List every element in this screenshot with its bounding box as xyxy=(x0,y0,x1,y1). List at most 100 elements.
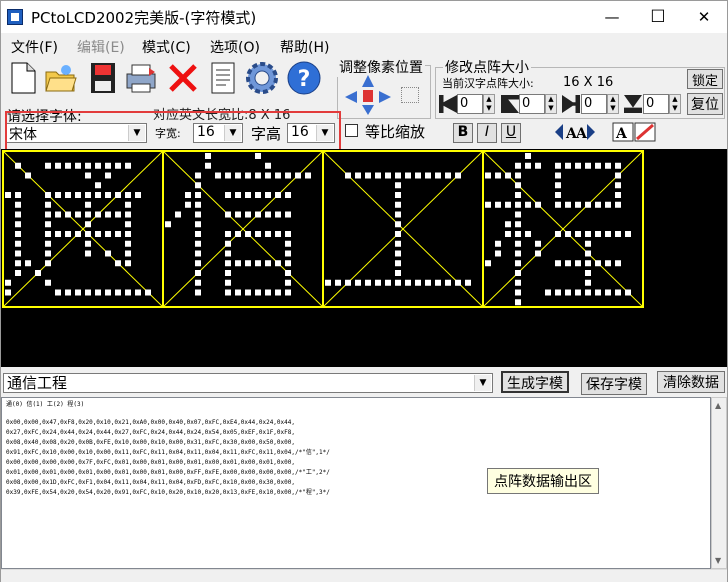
spinner-right-arrows[interactable]: ▲ ▼ xyxy=(607,94,619,114)
preview-pixel xyxy=(535,201,541,208)
underline-button[interactable]: U xyxy=(501,123,521,143)
spinner-left-arrows[interactable]: ▲ ▼ xyxy=(483,94,495,114)
preview-pixel xyxy=(535,250,541,257)
help-icon[interactable]: ? xyxy=(286,59,322,97)
generate-button[interactable]: 生成字模 xyxy=(501,371,569,393)
minimize-button[interactable]: — xyxy=(589,1,635,33)
lock-button[interactable]: 锁定 xyxy=(687,69,723,89)
preview-pixel xyxy=(605,162,611,169)
preview-pixel xyxy=(105,172,111,179)
preview-pixel xyxy=(605,260,611,267)
preview-pixel xyxy=(45,201,51,208)
preview-pixel xyxy=(285,192,291,198)
maximize-button[interactable]: ☐ xyxy=(635,1,681,33)
preview-pixel xyxy=(45,221,51,228)
open-folder-icon[interactable] xyxy=(43,59,79,97)
preview-pixel xyxy=(125,192,131,198)
dot-matrix-preview[interactable] xyxy=(1,149,727,367)
preview-pixel xyxy=(105,211,111,218)
clear-button[interactable]: 清除数据 xyxy=(657,371,725,393)
bold-button[interactable]: B xyxy=(453,123,473,143)
preview-pixel xyxy=(305,172,311,179)
preview-pixel xyxy=(275,192,281,198)
preview-pixel xyxy=(15,192,21,198)
preview-pixel xyxy=(235,192,241,198)
preview-pixel xyxy=(125,260,131,267)
preview-pixel xyxy=(125,231,131,237)
close-button[interactable]: ✕ xyxy=(681,1,727,33)
preview-pixel xyxy=(515,289,521,296)
spinner-down[interactable]: 0 xyxy=(643,94,669,114)
notes-icon[interactable] xyxy=(205,59,241,97)
preview-pixel xyxy=(225,240,231,247)
new-file-icon[interactable] xyxy=(5,59,41,97)
save-disk-icon[interactable] xyxy=(85,59,121,97)
preview-pixel xyxy=(615,162,621,169)
vertical-scrollbar[interactable]: ▲ ▼ xyxy=(711,397,727,569)
preview-pixel xyxy=(85,201,91,208)
preview-pixel xyxy=(255,172,261,179)
preview-pixel xyxy=(125,162,131,169)
preview-pixel xyxy=(65,192,71,198)
preview-cell-3 xyxy=(322,150,484,308)
preview-pixel xyxy=(195,182,201,189)
keep-ratio-checkbox[interactable] xyxy=(345,124,358,137)
menu-mode[interactable]: 模式(C) xyxy=(142,37,191,57)
preview-pixel xyxy=(265,162,271,169)
restore-button[interactable]: 复位 xyxy=(687,93,723,115)
spinner-up[interactable]: 0 xyxy=(519,94,545,114)
preview-pixel xyxy=(195,231,201,237)
preview-pixel xyxy=(505,231,511,237)
print-icon[interactable] xyxy=(123,59,159,97)
preview-pixel xyxy=(615,289,621,296)
preview-pixel xyxy=(455,172,461,179)
dot-matrix-label: 修改点阵大小 xyxy=(443,57,531,77)
preview-pixel xyxy=(75,289,81,296)
preview-pixel xyxy=(545,289,551,296)
settings-gear-icon[interactable] xyxy=(244,59,280,97)
save-button[interactable]: 保存字模 xyxy=(581,373,647,395)
menu-edit[interactable]: 编辑(E) xyxy=(77,37,125,57)
keep-ratio-label: 等比缩放 xyxy=(365,123,426,141)
preview-pixel xyxy=(505,221,511,228)
preview-pixel xyxy=(115,211,121,218)
delete-x-icon[interactable] xyxy=(165,59,201,97)
preview-pixel xyxy=(355,279,361,286)
spinner-down-arrows[interactable]: ▲ ▼ xyxy=(669,94,681,114)
rotate-icon[interactable]: A xyxy=(611,121,657,143)
preview-pixel xyxy=(615,192,621,198)
preview-pixel xyxy=(255,192,261,198)
preview-pixel xyxy=(525,153,531,159)
preview-pixel xyxy=(555,192,561,198)
preview-pixel xyxy=(195,250,201,257)
spinner-left[interactable]: 0 xyxy=(457,94,483,114)
preview-pixel xyxy=(495,240,501,247)
preview-cell-4 xyxy=(482,150,644,308)
app-icon xyxy=(7,9,23,25)
flip-horizontal-icon[interactable]: AA xyxy=(553,121,597,143)
preview-pixel xyxy=(225,211,231,218)
preview-pixel xyxy=(615,231,621,237)
italic-button[interactable]: I xyxy=(477,123,497,143)
preview-pixel xyxy=(395,201,401,208)
current-size-label: 当前汉字点阵大小: xyxy=(442,77,534,90)
preview-pixel xyxy=(615,201,621,208)
spinner-up-arrows[interactable]: ▲ ▼ xyxy=(545,94,557,114)
preview-pixel xyxy=(125,240,131,247)
menu-help[interactable]: 帮助(H) xyxy=(280,37,329,57)
center-icon[interactable] xyxy=(363,90,373,102)
preview-pixel xyxy=(395,250,401,257)
preview-pixel xyxy=(105,250,111,257)
spinner-right[interactable]: 0 xyxy=(581,94,607,114)
output-area[interactable]: 通(0) 信(1) 工(2) 程(3) 0x00,0x00,0x47,0xF8,0… xyxy=(1,397,711,569)
preview-pixel xyxy=(135,289,141,296)
preview-pixel xyxy=(585,279,591,286)
menu-options[interactable]: 选项(O) xyxy=(210,37,260,57)
horizontal-scrollbar[interactable] xyxy=(1,569,727,582)
text-input[interactable]: 通信工程 ▼ xyxy=(3,373,493,393)
preview-pixel xyxy=(575,260,581,267)
preview-pixel xyxy=(565,162,571,169)
preview-pixel xyxy=(625,231,631,237)
preview-pixel xyxy=(585,240,591,247)
menu-file[interactable]: 文件(F) xyxy=(11,37,58,57)
